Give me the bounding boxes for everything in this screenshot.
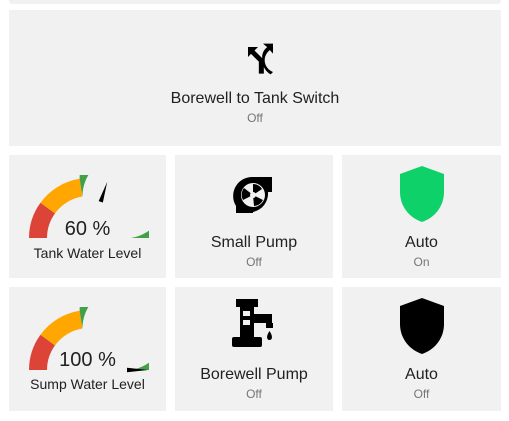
sump-level-name: Sump Water Level — [30, 376, 145, 392]
auto-toggle-card[interactable]: Auto On — [342, 155, 501, 278]
small-pump-name: Small Pump — [210, 234, 298, 251]
switch-state: Off — [247, 111, 263, 125]
dashboard: Borewell to Tank Switch Off 60 % Tank Wa… — [0, 0, 509, 421]
tank-level-name: Tank Water Level — [33, 245, 142, 261]
shield-icon — [400, 166, 444, 222]
pump-icon — [233, 176, 272, 213]
tank-level-value: 60 % — [64, 218, 111, 240]
borewell-switch-card[interactable]: Borewell to Tank Switch Off — [9, 10, 501, 146]
auto-toggle-2-name: Auto — [405, 366, 438, 383]
auto-toggle-name: Auto — [405, 234, 438, 251]
tank-level-gauge-card[interactable]: 60 % Tank Water Level — [9, 155, 166, 278]
shield-icon — [400, 298, 444, 354]
auto-toggle-2-card[interactable]: Auto Off — [342, 287, 501, 411]
small-pump-card[interactable]: Small Pump Off — [175, 155, 333, 278]
gauge-needle — [98, 181, 108, 203]
previous-card-edge — [9, 0, 501, 4]
auto-toggle-state: On — [413, 255, 430, 269]
borewell-pump-name: Borewell Pump — [200, 366, 308, 383]
borewell-pump-card[interactable]: Borewell Pump Off — [175, 287, 333, 411]
water-pump-tap-icon — [232, 299, 273, 347]
borewell-pump-state: Off — [246, 387, 262, 401]
source-branch-icon — [248, 43, 273, 75]
sump-level-value: 100 % — [59, 349, 116, 371]
switch-name: Borewell to Tank Switch — [170, 90, 340, 107]
small-pump-state: Off — [246, 255, 262, 269]
sump-level-gauge-card[interactable]: 100 % Sump Water Level — [9, 287, 166, 411]
auto-toggle-2-state: Off — [413, 387, 430, 401]
